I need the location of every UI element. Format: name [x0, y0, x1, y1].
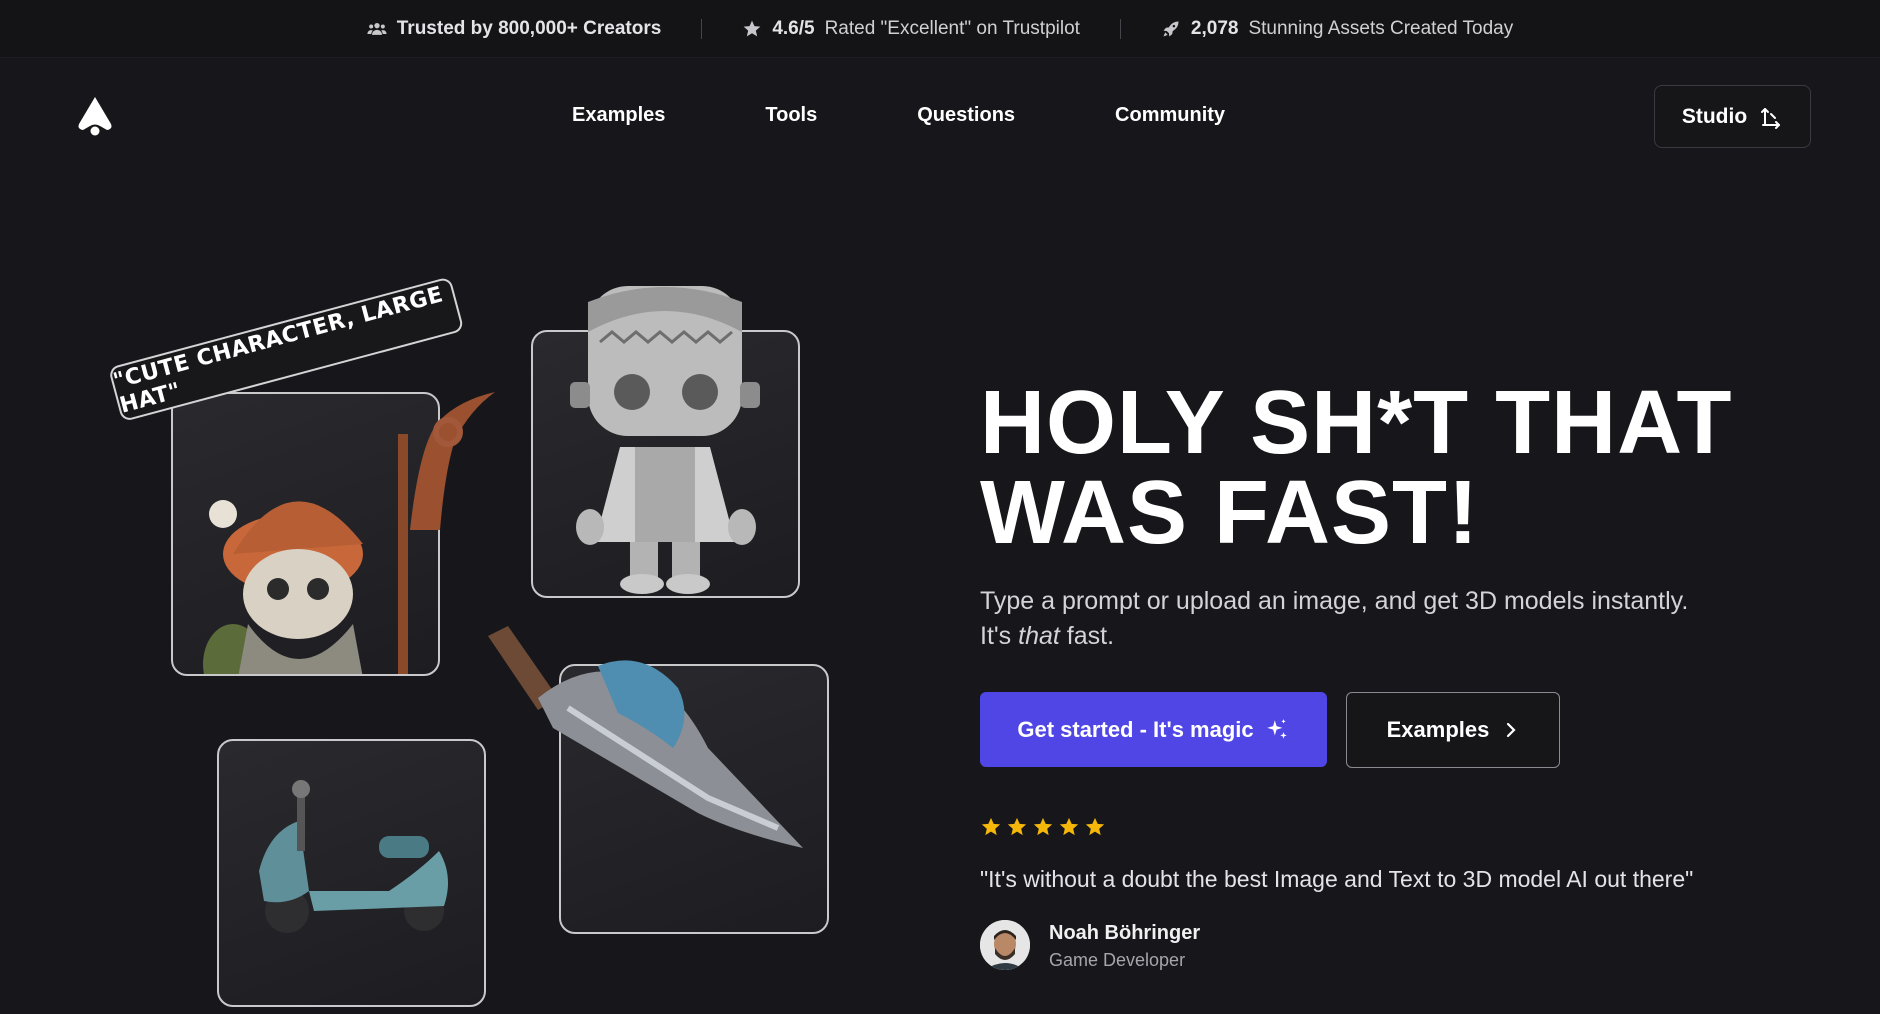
author-role: Game Developer — [1049, 950, 1186, 970]
star-icon — [1007, 817, 1027, 836]
get-started-label: Get started - It's magic — [1017, 716, 1254, 742]
nav-questions[interactable]: Questions — [917, 104, 1015, 127]
avatar-image — [980, 920, 1030, 970]
users-icon — [367, 22, 387, 35]
scooter-card — [217, 739, 486, 1007]
subtext-italic: that — [1018, 622, 1060, 650]
studio-label: Studio — [1681, 104, 1748, 128]
subtext-line-2: It's that fast. — [980, 619, 1740, 654]
stat-creators: Trusted by 800,000+ Creators — [327, 18, 702, 40]
stat-rating-value: 4.6/5 — [772, 17, 815, 39]
star-icon — [1033, 817, 1053, 836]
rocket-icon — [1163, 21, 1179, 36]
top-stats-bar: Trusted by 800,000+ Creators 4.6/5 Rated… — [0, 0, 1880, 58]
stat-assets: 2,078 Stunning Assets Created Today — [1121, 18, 1553, 40]
author-name: Noah Böhringer — [1049, 922, 1201, 944]
star-icon — [1059, 817, 1079, 836]
rating-stars — [980, 816, 1106, 838]
examples-label: Examples — [1386, 717, 1490, 742]
sword-image — [488, 626, 803, 848]
subtext-pre: It's — [980, 622, 1019, 650]
avatar — [980, 920, 1030, 970]
examples-button[interactable]: Examples — [1346, 692, 1560, 768]
nav-examples[interactable]: Examples — [572, 104, 665, 127]
chevron-right-icon — [1507, 722, 1516, 738]
star-icon — [743, 20, 761, 36]
studio-arrow-icon — [1761, 107, 1781, 129]
nav-tools[interactable]: Tools — [765, 104, 817, 127]
nav-community[interactable]: Community — [1115, 104, 1225, 127]
star-icon — [1085, 817, 1105, 836]
get-started-button[interactable]: Get started - It's magic — [980, 692, 1327, 767]
stat-assets-count: 2,078 — [1190, 17, 1239, 39]
hero-headline: HOLY SH*T THAT WAS FAST! — [980, 378, 1780, 558]
headline-line-1: HOLY SH*T THAT — [980, 373, 1733, 473]
stat-trustpilot: 4.6/5 Rated "Excellent" on Trustpilot — [702, 18, 1120, 40]
hero-subtext: Type a prompt or upload an image, and ge… — [980, 584, 1740, 654]
headline-line-2: WAS FAST! — [980, 463, 1479, 563]
stat-assets-text: Stunning Assets Created Today — [1248, 17, 1514, 39]
studio-button[interactable]: Studio — [1654, 85, 1811, 148]
wizard-staff-top — [410, 392, 495, 530]
main-nav: Examples Tools Questions Community Studi… — [0, 58, 1880, 174]
star-icon — [981, 817, 1001, 836]
stat-creators-text: Trusted by 800,000+ Creators — [396, 17, 662, 39]
subtext-post: fast. — [1059, 622, 1115, 650]
sparkles-icon — [1266, 718, 1287, 739]
scooter-image — [259, 780, 448, 933]
nav-links: Examples Tools Questions Community — [572, 104, 1225, 127]
subtext-line-1: Type a prompt or upload an image, and ge… — [980, 587, 1689, 615]
testimonial-quote: "It's without a doubt the best Image and… — [980, 866, 1694, 892]
stat-rating-text: Rated "Excellent" on Trustpilot — [824, 17, 1080, 39]
frankenstein-character-image — [570, 286, 760, 594]
logo-icon[interactable] — [76, 96, 114, 136]
